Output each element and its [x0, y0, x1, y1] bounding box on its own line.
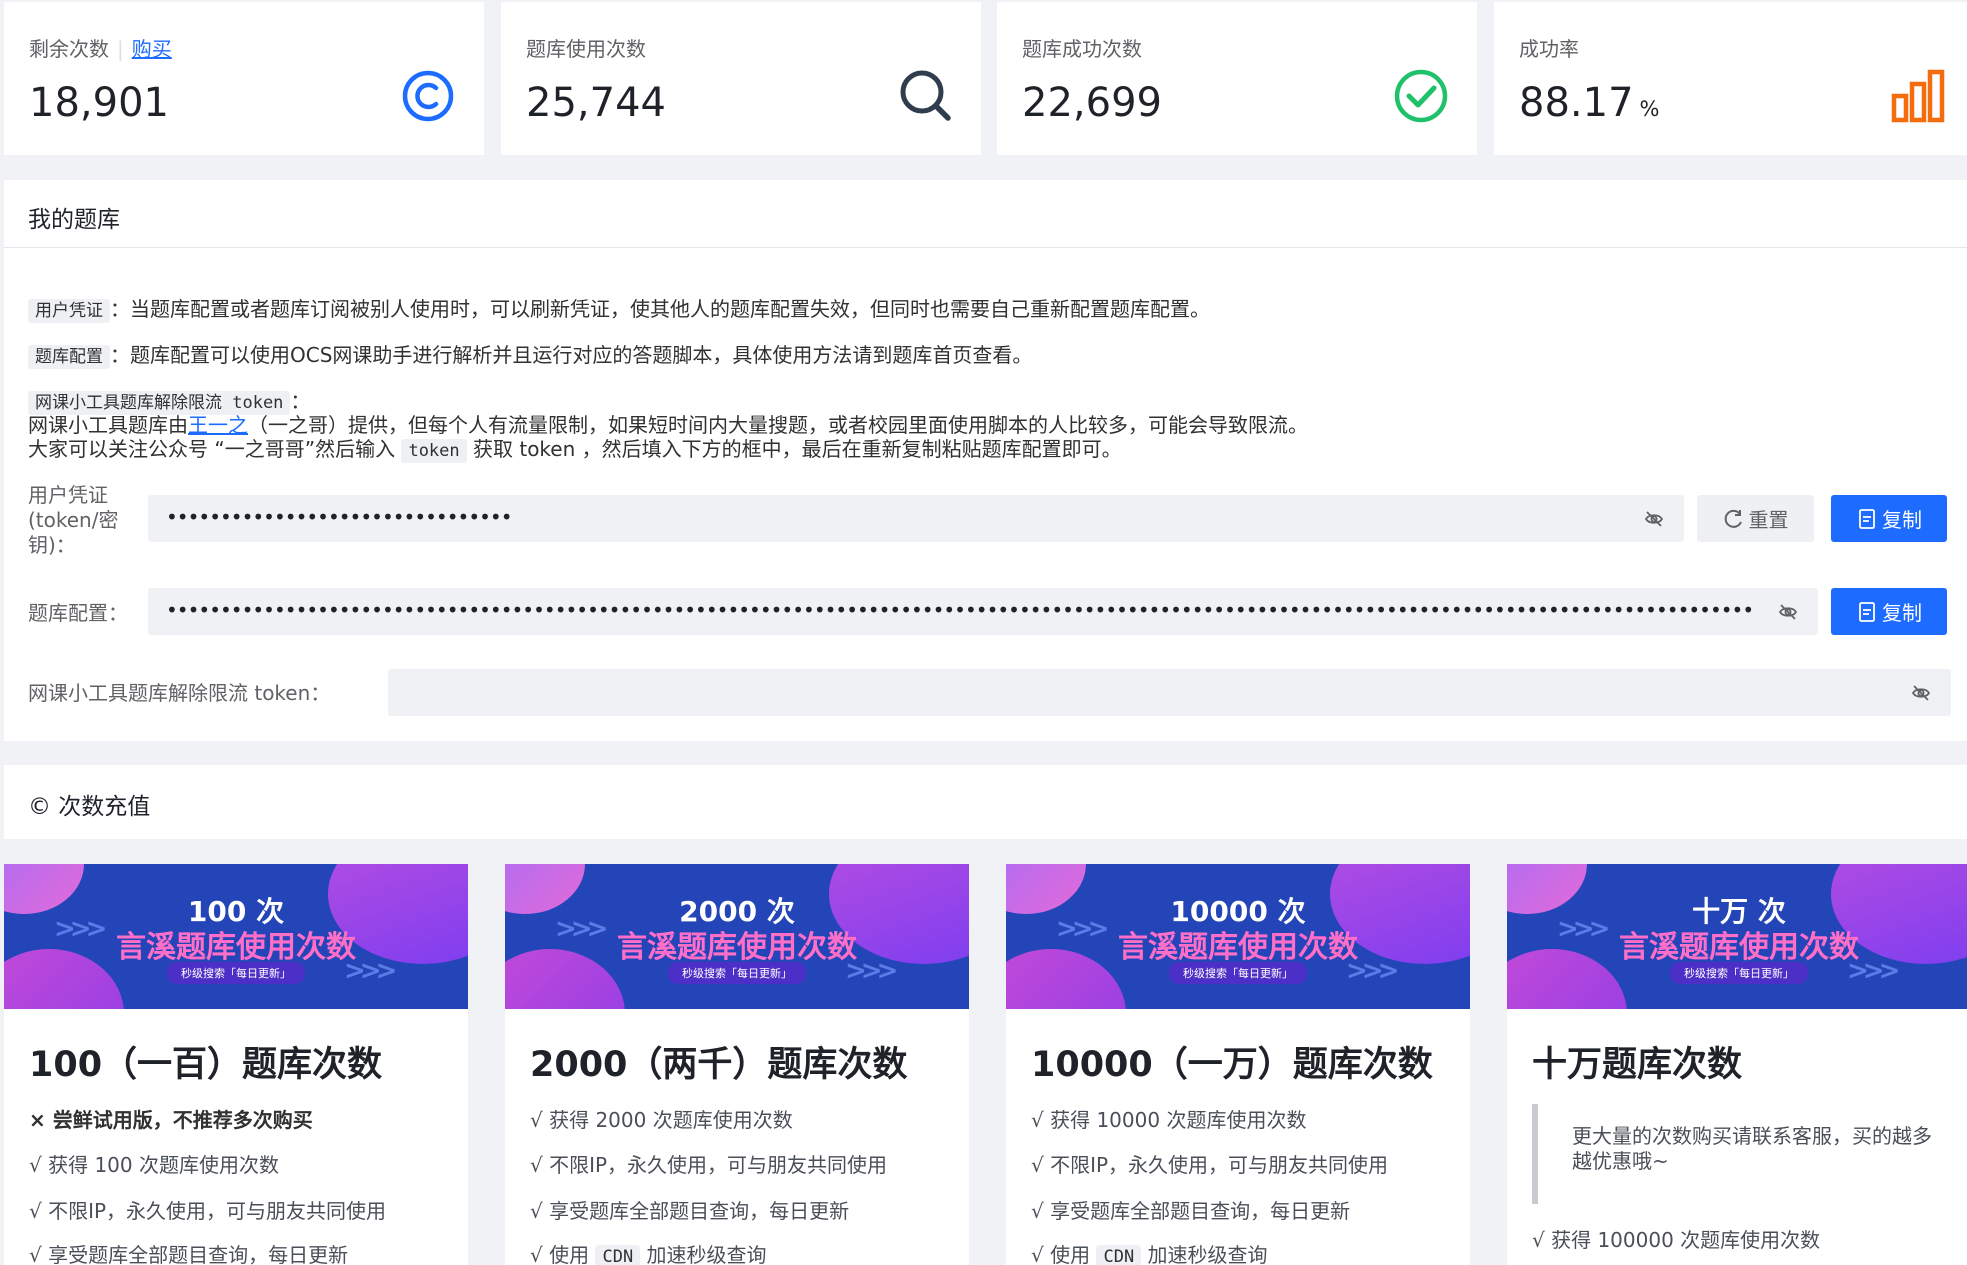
token-value: •••••••••••••••••••••••••••••••• — [166, 505, 512, 529]
refresh-icon — [1724, 509, 1742, 528]
stat-value: 22,699 — [1022, 80, 1162, 126]
product-card-100[interactable]: >>> >>> 100 次 言溪题库使用次数 秒级搜索「每日更新」 100（一百… — [4, 864, 468, 1265]
banner-title: 言溪题库使用次数 — [617, 930, 857, 965]
stat-value: 18,901 — [29, 80, 169, 126]
product-card-100000[interactable]: >>> >>> 十万 次 言溪题库使用次数 秒级搜索「每日更新」 十万题库次数 … — [1507, 864, 1967, 1265]
product-name: 2000（两千）题库次数 — [530, 1045, 908, 1085]
banner-title: 言溪题库使用次数 — [1118, 930, 1358, 965]
eye-off-icon[interactable] — [1911, 683, 1931, 703]
unlimit-label: 网课小工具题库解除限流 token： — [28, 681, 331, 705]
product-name: 100（一百）题库次数 — [29, 1045, 383, 1085]
banner-pill: 秒级搜索「每日更新」 — [1169, 962, 1307, 984]
product-warning: × 尝鲜试用版，不推荐多次购买 — [29, 1108, 313, 1132]
product-feature: √ 不限IP，永久使用，可与朋友共同使用 — [29, 1199, 387, 1223]
divider — [4, 247, 1967, 248]
product-name: 10000（一万）题库次数 — [1031, 1045, 1433, 1085]
product-feature: √ 享受题库全部题目查询，每日更新 — [530, 1199, 850, 1223]
product-feature: √ 享受题库全部题目查询，每日更新 — [1031, 1199, 1351, 1223]
banner-pill: 秒级搜索「每日更新」 — [1670, 962, 1808, 984]
copyright-icon — [402, 70, 454, 122]
product-feature: √ 不限IP，永久使用，可与朋友共同使用 — [1031, 1153, 1389, 1177]
info-token: 用户凭证 ：当题库配置或者题库订阅被别人使用时，可以刷新凭证，使其他人的题库配置失… — [28, 293, 1210, 323]
tag-token: 用户凭证 — [28, 299, 110, 323]
page-title: 我的题库 — [28, 207, 120, 233]
stat-card-success: 题库成功次数 22,699 — [997, 2, 1477, 155]
tag-config: 题库配置 — [28, 345, 110, 369]
stat-label: 题库成功次数 — [1022, 37, 1142, 61]
info-unlimit-line2: 大家可以关注公众号 “一之哥哥”然后输入 token 获取 token ，然后填… — [28, 437, 1122, 463]
product-feature: √ 获得 100 次题库使用次数 — [29, 1153, 279, 1177]
search-icon — [900, 70, 951, 121]
product-feature: √ 不限IP，永久使用，可与朋友共同使用 — [530, 1153, 888, 1177]
stat-value: 25,744 — [526, 80, 666, 126]
product-banner: >>> >>> 十万 次 言溪题库使用次数 秒级搜索「每日更新」 — [1507, 864, 1967, 1009]
banner-title: 言溪题库使用次数 — [1619, 930, 1859, 965]
product-feature: √ 获得 10000 次题库使用次数 — [1031, 1108, 1307, 1132]
product-feature-cdn: √ 使用 CDN 加速秒级查询 — [530, 1239, 767, 1265]
token-label: 用户凭证 (token/密钥)： — [28, 483, 119, 557]
banner-pill: 秒级搜索「每日更新」 — [668, 962, 806, 984]
stat-value: 88.17 — [1519, 80, 1634, 126]
check-circle-icon — [1394, 69, 1448, 123]
product-name: 十万题库次数 — [1532, 1045, 1743, 1085]
my-bank-panel: 我的题库 用户凭证 ：当题库配置或者题库订阅被别人使用时，可以刷新凭证，使其他人的… — [4, 180, 1967, 741]
recharge-title: © 次数充值 — [28, 794, 151, 820]
product-feature: √ 获得 100000 次题库使用次数 — [1532, 1228, 1821, 1252]
stat-card-rate: 成功率 88.17% — [1494, 2, 1967, 155]
bar-chart-icon — [1891, 69, 1945, 123]
product-card-2000[interactable]: >>> >>> 2000 次 言溪题库使用次数 秒级搜索「每日更新」 2000（… — [505, 864, 969, 1265]
copy-config-button[interactable]: 复制 — [1831, 588, 1947, 635]
buy-link[interactable]: 购买 — [132, 37, 172, 61]
stat-card-remaining: 剩余次数 | 购买 18,901 — [4, 2, 484, 155]
stat-card-usage: 题库使用次数 25,744 — [501, 2, 981, 155]
product-card-10000[interactable]: >>> >>> 10000 次 言溪题库使用次数 秒级搜索「每日更新」 1000… — [1006, 864, 1470, 1265]
product-banner: >>> >>> 10000 次 言溪题库使用次数 秒级搜索「每日更新」 — [1006, 864, 1470, 1009]
product-banner: >>> >>> 2000 次 言溪题库使用次数 秒级搜索「每日更新」 — [505, 864, 969, 1009]
reset-button[interactable]: 重置 — [1697, 495, 1814, 542]
stat-unit: % — [1639, 97, 1660, 121]
tag-token-code: token — [401, 439, 467, 463]
product-feature-cdn: √ 使用 CDN 加速秒级查询 — [1031, 1239, 1268, 1265]
copy-token-button[interactable]: 复制 — [1831, 495, 1947, 542]
eye-off-icon[interactable] — [1778, 602, 1798, 622]
config-label: 题库配置： — [28, 601, 128, 625]
product-feature: √ 享受题库全部题目查询，每日更新 — [29, 1243, 349, 1265]
token-field[interactable]: •••••••••••••••••••••••••••••••• — [148, 495, 1684, 542]
product-feature: √ 获得 2000 次题库使用次数 — [530, 1108, 793, 1132]
stat-label: 成功率 — [1519, 37, 1579, 61]
product-banner: >>> >>> 100 次 言溪题库使用次数 秒级搜索「每日更新」 — [4, 864, 468, 1009]
stat-label: 题库使用次数 — [526, 37, 646, 61]
config-field[interactable]: ••••••••••••••••••••••••••••••••••••••••… — [148, 588, 1818, 635]
banner-pill: 秒级搜索「每日更新」 — [167, 962, 305, 984]
banner-title: 言溪题库使用次数 — [116, 930, 356, 965]
document-icon — [1859, 601, 1875, 622]
recharge-header: © 次数充值 — [4, 765, 1967, 839]
stat-label: 剩余次数 — [29, 37, 109, 61]
info-config: 题库配置 ：题库配置可以使用OCS网课助手进行解析并且运行对应的答题脚本，具体使用… — [28, 339, 1032, 369]
unlimit-token-field[interactable] — [388, 669, 1951, 716]
document-icon — [1859, 508, 1875, 529]
product-quote: 更大量的次数购买请联系客服，买的越多越优惠哦~ — [1532, 1104, 1947, 1204]
eye-off-icon[interactable] — [1644, 509, 1664, 529]
config-value: ••••••••••••••••••••••••••••••••••••••••… — [166, 598, 1754, 622]
